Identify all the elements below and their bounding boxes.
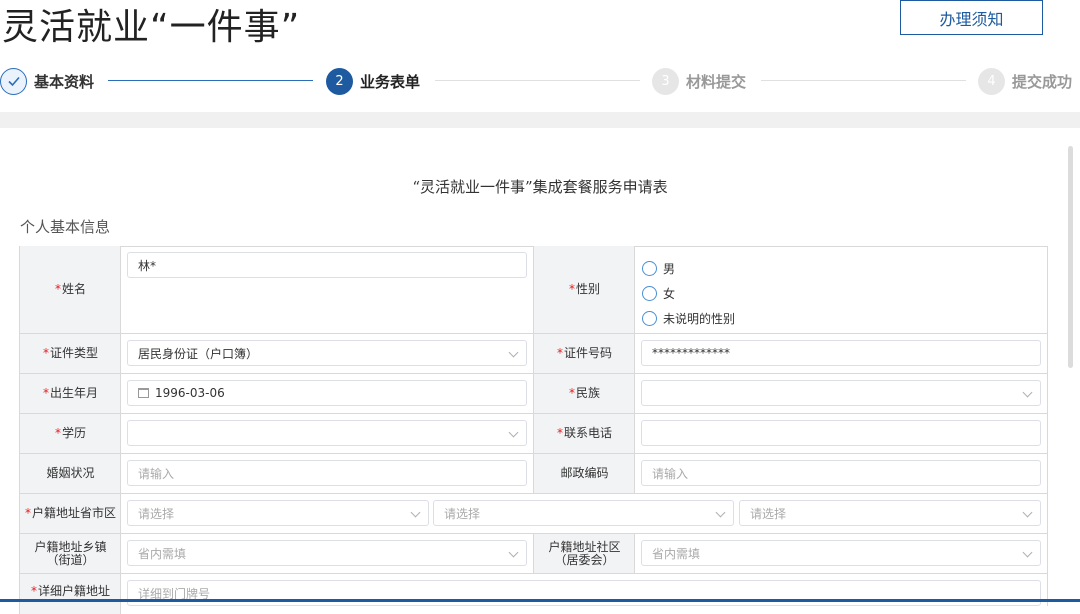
gender-radio-female[interactable]: 女 <box>642 285 675 302</box>
form-row: *出生年月 1996-03-06 *民族 <box>19 374 1048 414</box>
hukou-community-cell: 省内需填 <box>634 534 1048 573</box>
chevron-down-icon <box>1022 507 1033 518</box>
step-basic-info[interactable]: 基本资料 <box>0 66 94 96</box>
gender-radio-male[interactable]: 男 <box>642 260 675 277</box>
step-label: 业务表单 <box>360 72 421 91</box>
radio-icon <box>642 261 657 276</box>
step-connector <box>761 80 966 81</box>
step-number: 4 <box>978 67 1005 95</box>
hukou-detail-label: *详细户籍地址 <box>19 574 121 614</box>
step-connector <box>108 80 313 81</box>
marital-cell: 请输入 <box>120 454 534 493</box>
check-icon <box>0 67 27 95</box>
form-row: *详细户籍地址 详细到门牌号 <box>19 574 1048 614</box>
id-number-input[interactable]: ************* <box>641 340 1041 366</box>
name-input[interactable]: 林* <box>127 252 527 278</box>
chevron-down-icon <box>1022 387 1033 398</box>
step-label: 基本资料 <box>34 72 95 91</box>
education-label: *学历 <box>19 414 121 453</box>
name-cell: 林* <box>120 246 534 333</box>
hukou-town-cell: 省内需填 <box>120 534 534 573</box>
progress-steps: 基本资料 2 业务表单 3 材料提交 4 提交成功 <box>0 66 1080 96</box>
chevron-down-icon <box>508 347 519 358</box>
form-row: 户籍地址乡镇 （街道） 省内需填 户籍地址社区 （居委会） 省内需填 <box>19 534 1048 574</box>
gender-radio-unspecified[interactable]: 未说明的性别 <box>642 310 735 327</box>
postcode-input[interactable]: 请输入 <box>641 460 1041 486</box>
page-title: 灵活就业“一件事” <box>2 7 301 48</box>
id-number-cell: ************* <box>634 334 1048 373</box>
district-select[interactable]: 请选择 <box>739 500 1041 526</box>
id-type-select[interactable]: 居民身份证（户口簿） <box>127 340 527 366</box>
step-number: 2 <box>326 67 353 95</box>
chevron-down-icon <box>508 427 519 438</box>
id-type-label: *证件类型 <box>19 334 121 373</box>
hukou-region-cell: 请选择 请选择 请选择 <box>120 494 1048 533</box>
chevron-down-icon <box>715 507 726 518</box>
step-label: 材料提交 <box>686 72 747 91</box>
phone-label: *联系电话 <box>533 414 635 453</box>
radio-icon <box>642 311 657 326</box>
ethnicity-label: *民族 <box>533 374 635 413</box>
ethnicity-cell <box>634 374 1048 413</box>
id-type-cell: 居民身份证（户口簿） <box>120 334 534 373</box>
education-cell <box>120 414 534 453</box>
province-select[interactable]: 请选择 <box>127 500 429 526</box>
hukou-town-label: 户籍地址乡镇 （街道） <box>19 534 121 573</box>
hukou-detail-cell: 详细到门牌号 <box>120 574 1048 614</box>
step-number: 3 <box>652 67 679 95</box>
hukou-region-label: *户籍地址省市区 <box>19 494 121 533</box>
page-header: 灵活就业“一件事” 办理须知 基本资料 2 业务表单 3 材料提交 4 提交成功 <box>0 0 1080 112</box>
phone-input[interactable] <box>641 420 1041 446</box>
id-number-label: *证件号码 <box>533 334 635 373</box>
scrollbar-thumb[interactable] <box>1068 146 1073 368</box>
birth-label: *出生年月 <box>19 374 121 413</box>
form-row: *学历 *联系电话 <box>19 414 1048 454</box>
calendar-icon <box>138 388 149 398</box>
form-row: *户籍地址省市区 请选择 请选择 请选择 <box>19 494 1048 534</box>
gender-cell: 男 女 未说明的性别 <box>634 246 1048 333</box>
marital-input[interactable]: 请输入 <box>127 460 527 486</box>
hukou-community-select[interactable]: 省内需填 <box>641 540 1041 566</box>
postcode-cell: 请输入 <box>634 454 1048 493</box>
marital-label: 婚姻状况 <box>19 454 121 493</box>
hukou-detail-input[interactable]: 详细到门牌号 <box>127 580 1041 606</box>
gender-label: *性别 <box>533 246 635 333</box>
name-label: *姓名 <box>19 246 121 333</box>
city-select[interactable]: 请选择 <box>433 500 734 526</box>
step-material-submit[interactable]: 3 材料提交 <box>652 66 746 96</box>
ethnicity-select[interactable] <box>641 380 1041 406</box>
chevron-down-icon <box>508 547 519 558</box>
education-select[interactable] <box>127 420 527 446</box>
chevron-down-icon <box>410 507 421 518</box>
postcode-label: 邮政编码 <box>533 454 635 493</box>
form-row: *姓名 林* *性别 男 女 未说明的性别 <box>19 246 1048 334</box>
step-connector <box>435 80 640 81</box>
birth-date-picker[interactable]: 1996-03-06 <box>127 380 527 406</box>
hukou-town-select[interactable]: 省内需填 <box>127 540 527 566</box>
divider-band <box>0 112 1080 128</box>
form-title: “灵活就业一件事”集成套餐服务申请表 <box>412 178 668 196</box>
chevron-down-icon <box>1022 547 1033 558</box>
form-row: *证件类型 居民身份证（户口簿） *证件号码 ************* <box>19 334 1048 374</box>
section-title: 个人基本信息 <box>20 218 111 236</box>
step-label: 提交成功 <box>1012 72 1073 91</box>
notice-button[interactable]: 办理须知 <box>900 0 1043 35</box>
phone-cell <box>634 414 1048 453</box>
hukou-community-label: 户籍地址社区 （居委会） <box>533 534 635 573</box>
step-submit-success[interactable]: 4 提交成功 <box>978 66 1072 96</box>
birth-cell: 1996-03-06 <box>120 374 534 413</box>
step-business-form[interactable]: 2 业务表单 <box>326 66 420 96</box>
radio-icon <box>642 286 657 301</box>
form-row: 婚姻状况 请输入 邮政编码 请输入 <box>19 454 1048 494</box>
